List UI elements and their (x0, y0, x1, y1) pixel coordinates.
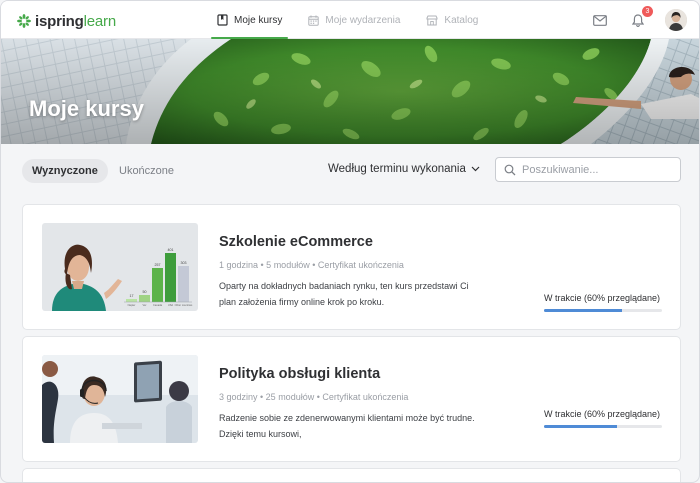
nav-item-my-events[interactable]: Moje wydarzenia (302, 1, 406, 39)
hero-banner: Moje kursy (1, 39, 699, 144)
course-card[interactable]: 17 50 257 401 303 Napier Ver Canada USA … (22, 204, 681, 330)
tab-completed[interactable]: Ukończone (109, 159, 184, 183)
course-progress-fill (544, 425, 618, 428)
course-thumbnail-image: 17 50 257 401 303 Napier Ver Canada USA … (42, 223, 198, 311)
notification-count-badge: 3 (642, 6, 653, 17)
filter-bar: Wyznyczone Ukończone Według terminu wyko… (1, 144, 699, 196)
course-description: Radzenie sobie ze zdenerwowanymi klienta… (219, 413, 475, 439)
sort-dropdown[interactable]: Według terminu wykonania (328, 163, 480, 175)
course-title[interactable]: Polityka obsługi klienta (219, 366, 380, 382)
top-right-actions: 3 (573, 1, 687, 39)
course-thumbnail[interactable]: 17 50 257 401 303 Napier Ver Canada USA … (42, 223, 198, 311)
logo-text-learn: learn (83, 12, 117, 30)
course-meta: 3 godziny • 25 modułów • Certyfikat ukoń… (219, 392, 409, 402)
thumbnail-chart-label: USA (168, 303, 174, 307)
course-thumbnail[interactable] (42, 355, 198, 443)
book-icon (217, 14, 228, 26)
avatar (665, 9, 687, 31)
nav-item-my-courses[interactable]: Moje kursy (211, 1, 289, 39)
sort-dropdown-label: Według terminu wykonania (328, 163, 466, 175)
search-box[interactable] (495, 157, 681, 182)
envelope-icon (593, 14, 607, 26)
search-input[interactable] (522, 163, 672, 176)
thumbnail-chart-label: Canada (153, 303, 163, 307)
thumbnail-chart-label: Napier (128, 303, 136, 307)
course-card[interactable]: Polityka obsługi klienta 3 godziny • 25 … (22, 336, 681, 462)
course-thumbnail-image (42, 355, 198, 443)
nav-item-catalog-label: Katalog (444, 14, 479, 26)
nav-item-catalog[interactable]: Katalog (420, 1, 484, 39)
app-window: ispringlearn Moje kursy Moje wydarzenia (0, 0, 700, 483)
logo-text-ispring: ispring (35, 12, 84, 30)
ispring-logo-icon (17, 14, 31, 28)
course-description: Oparty na dokładnych badaniach rynku, te… (219, 281, 469, 307)
logo[interactable]: ispringlearn (17, 11, 116, 31)
notifications-button[interactable]: 3 (627, 6, 653, 31)
thumbnail-chart-value: 17 (130, 294, 134, 298)
course-progress-fill (544, 309, 622, 312)
bell-icon (632, 13, 644, 27)
search-icon (504, 164, 516, 175)
tab-assigned[interactable]: Wyznyczone (22, 159, 108, 183)
thumbnail-chart-value: 401 (168, 248, 174, 252)
chevron-down-icon (471, 166, 480, 172)
course-status: W trakcie (60% przeglądane) (544, 293, 661, 303)
messages-button[interactable] (589, 9, 611, 31)
store-icon (426, 15, 438, 25)
top-navigation-bar: ispringlearn Moje kursy Moje wydarzenia (1, 1, 699, 39)
nav-item-my-courses-label: Moje kursy (234, 14, 283, 26)
thumbnail-chart-value: 303 (181, 261, 187, 265)
calendar-icon (308, 15, 320, 26)
thumbnail-chart-value: 257 (155, 263, 161, 267)
user-menu-button[interactable] (665, 9, 687, 31)
main-nav: Moje kursy Moje wydarzenia Katalog (211, 1, 498, 39)
course-progress-bar (544, 309, 662, 312)
course-progress-bar (544, 425, 662, 428)
course-card[interactable] (22, 468, 681, 482)
thumbnail-chart-label: Other countries (175, 303, 193, 307)
thumbnail-chart-value: 50 (143, 290, 147, 294)
thumbnail-chart-label: Ver (143, 303, 147, 307)
hero-background-image (1, 39, 699, 144)
course-status: W trakcie (60% przeglądane) (544, 409, 661, 419)
logo-text: ispringlearn (35, 13, 116, 30)
course-title[interactable]: Szkolenie eCommerce (219, 234, 373, 250)
page-title: Moje kursy (29, 96, 144, 121)
course-meta: 1 godzina • 5 modułów • Certyfikat ukońc… (219, 260, 404, 270)
nav-item-my-events-label: Moje wydarzenia (325, 14, 401, 26)
